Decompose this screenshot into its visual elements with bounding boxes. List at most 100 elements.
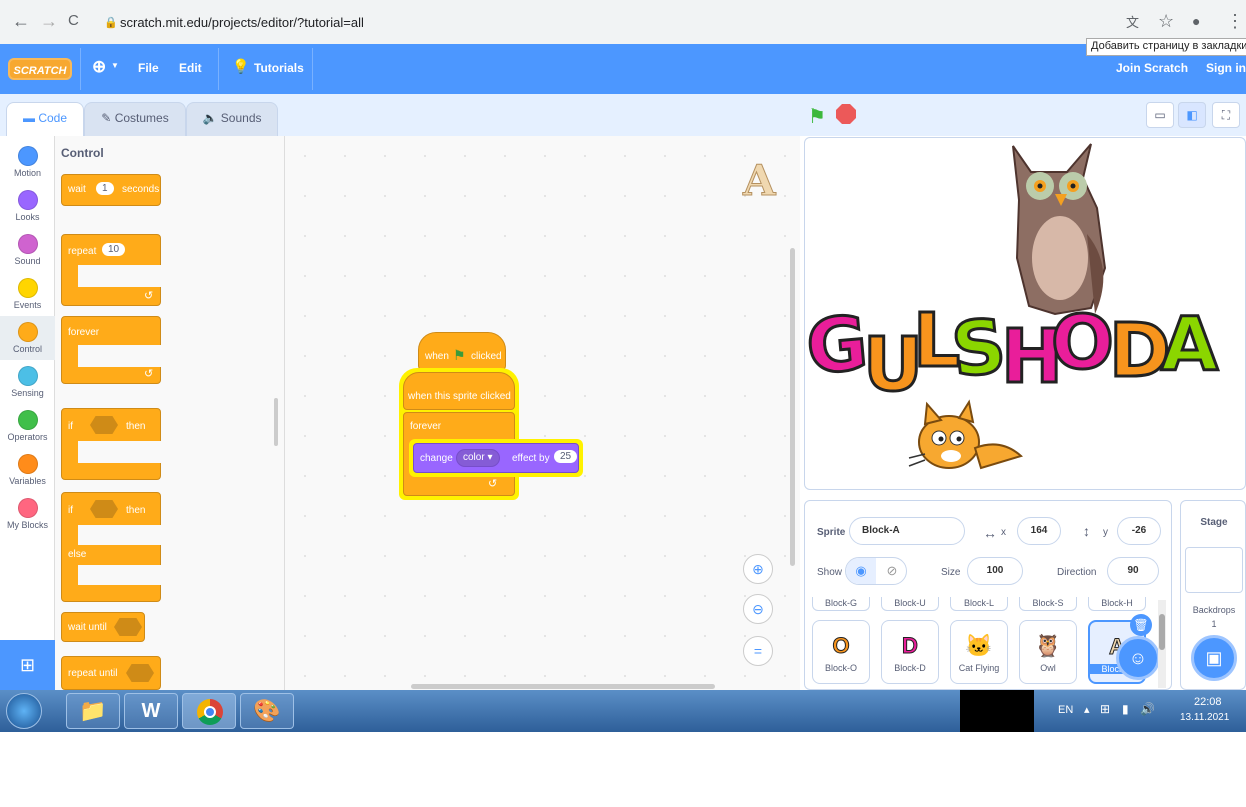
size-input[interactable]: 100 xyxy=(967,557,1023,585)
choose-backdrop-icon[interactable]: ▣ xyxy=(1191,635,1237,681)
horizontal-scrollbar[interactable] xyxy=(411,684,715,689)
sprite-list-scrollbar[interactable] xyxy=(1158,600,1166,688)
globe-icon[interactable]: ⊕ xyxy=(92,57,106,77)
eye-icon[interactable]: ◉ xyxy=(846,558,876,584)
stage-selector[interactable]: Stage Backdrops 1 ▣ xyxy=(1180,500,1246,690)
vertical-scrollbar[interactable] xyxy=(790,248,795,566)
large-stage-icon[interactable]: ◧ xyxy=(1178,102,1206,128)
direction-input[interactable]: 90 xyxy=(1107,557,1159,585)
chrome-icon[interactable] xyxy=(182,693,236,729)
menu-dots-icon[interactable]: ⋮ xyxy=(1226,12,1244,30)
language-indicator[interactable]: EN xyxy=(1058,704,1073,716)
sprite-thumb-block-g[interactable]: Block-G xyxy=(812,597,870,611)
volume-icon[interactable]: 🔊 xyxy=(1140,702,1155,716)
green-flag-icon[interactable]: ⚑ xyxy=(808,104,826,129)
stage-canvas[interactable]: G U L S H O D A xyxy=(804,137,1246,490)
edit-menu[interactable]: Edit xyxy=(179,61,202,75)
delete-sprite-icon[interactable]: 🗑 xyxy=(1130,614,1152,636)
paint-icon[interactable]: 🎨 xyxy=(240,693,294,729)
control-dot-icon xyxy=(17,322,38,342)
sprite-thumb-block-o[interactable]: O Block-O xyxy=(812,620,870,684)
loop-arrow-icon: ↺ xyxy=(144,368,154,380)
translate-icon[interactable]: 文 xyxy=(1126,14,1139,32)
sprite-name-input[interactable]: Block-A xyxy=(849,517,965,545)
stop-icon[interactable] xyxy=(836,104,856,124)
explorer-icon[interactable]: 📁 xyxy=(66,693,120,729)
motion-dot-icon xyxy=(17,146,38,166)
zoom-reset-icon[interactable]: = xyxy=(743,636,773,666)
forward-arrow-icon[interactable]: → xyxy=(40,12,58,30)
category-motion[interactable]: Motion xyxy=(0,140,55,184)
add-extension-button[interactable]: ⊞ xyxy=(0,640,55,690)
category-control[interactable]: Control xyxy=(0,316,55,360)
signal-icon[interactable]: ▮ xyxy=(1122,702,1129,716)
sprite-thumb-block-l[interactable]: Block-L xyxy=(950,597,1008,611)
change-effect-block[interactable]: change color ▾ effect by 25 xyxy=(413,443,579,473)
sprite-thumb-block-u[interactable]: Block-U xyxy=(881,597,939,611)
file-menu[interactable]: File xyxy=(138,61,159,75)
forever-block[interactable]: forever ↺ xyxy=(61,316,162,384)
category-variables[interactable]: Variables xyxy=(0,448,55,492)
x-position-input[interactable]: 164 xyxy=(1017,517,1061,545)
owl-sprite xyxy=(1012,143,1107,316)
zoom-in-icon[interactable]: ⊕ xyxy=(743,554,773,584)
effect-value-input[interactable]: 25 xyxy=(554,450,578,463)
scratch-logo[interactable]: SCRATCH xyxy=(8,58,72,80)
start-button[interactable] xyxy=(6,693,42,729)
address-bar[interactable]: 🔒 scratch.mit.edu/projects/editor/?tutor… xyxy=(96,10,1076,36)
wait-seconds-input[interactable]: 1 xyxy=(96,182,114,195)
when-flag-clicked-block[interactable]: when ⚑ clicked xyxy=(418,332,506,370)
sprite-thumb-cat-flying[interactable]: 🐱 Cat Flying xyxy=(950,620,1008,684)
wait-until-block[interactable]: wait until xyxy=(61,612,145,642)
condition-slot[interactable] xyxy=(126,664,154,682)
category-events[interactable]: Events xyxy=(0,272,55,316)
profile-icon[interactable]: ● xyxy=(1192,12,1200,30)
tab-code[interactable]: ▬ Code xyxy=(6,102,84,136)
back-arrow-icon[interactable]: ← xyxy=(12,12,30,30)
sprite-thumb-block-s[interactable]: Block-S xyxy=(1019,597,1077,611)
small-stage-icon[interactable]: ▭ xyxy=(1146,102,1174,128)
palette-scrollbar[interactable] xyxy=(274,398,278,446)
y-position-input[interactable]: -26 xyxy=(1117,517,1161,545)
category-looks[interactable]: Looks xyxy=(0,184,55,228)
star-icon[interactable]: ☆ xyxy=(1158,12,1174,30)
sprite-thumb-owl[interactable]: 🦉 Owl xyxy=(1019,620,1077,684)
when-sprite-clicked-block[interactable]: when this sprite clicked xyxy=(403,372,515,410)
tab-costumes[interactable]: ✎ Costumes xyxy=(84,102,186,136)
repeat-block[interactable]: repeat 10 ↺ xyxy=(61,234,162,306)
zoom-out-icon[interactable]: ⊖ xyxy=(743,594,773,624)
tutorials-menu[interactable]: Tutorials xyxy=(254,61,304,75)
sprite-thumb-block-h[interactable]: Block-H xyxy=(1088,597,1146,611)
eye-hidden-icon[interactable]: ⊘ xyxy=(877,558,907,584)
category-sensing[interactable]: Sensing xyxy=(0,360,55,404)
effect-dropdown[interactable]: color ▾ xyxy=(456,449,500,467)
clock-date[interactable]: 13.11.2021 xyxy=(1180,712,1229,723)
category-sound[interactable]: Sound xyxy=(0,228,55,272)
tray-arrow-icon[interactable]: ▴ xyxy=(1084,703,1090,716)
condition-slot[interactable] xyxy=(90,500,118,518)
condition-slot[interactable] xyxy=(114,618,142,636)
sprite-thumb-block-d[interactable]: D Block-D xyxy=(881,620,939,684)
bookmark-tooltip: Добавить страницу в закладки xyxy=(1086,38,1246,56)
category-operators[interactable]: Operators xyxy=(0,404,55,448)
fullscreen-icon[interactable]: ⛶ xyxy=(1212,102,1240,128)
repeat-until-block[interactable]: repeat until xyxy=(61,656,161,690)
condition-slot[interactable] xyxy=(90,416,118,434)
repeat-count-input[interactable]: 10 xyxy=(102,243,126,256)
script-area[interactable]: A when ⚑ clicked when this sprite clicke… xyxy=(285,136,800,690)
gulshoda-title: G U L S H O D A xyxy=(805,297,1220,410)
tab-sounds[interactable]: 🔈 Sounds xyxy=(186,102,278,136)
stage-drawing: G U L S H O D A xyxy=(805,143,1220,470)
wait-block[interactable]: wait 1 seconds xyxy=(61,174,161,206)
clock-time[interactable]: 22:08 xyxy=(1194,696,1222,708)
network-icon[interactable]: ⊞ xyxy=(1100,702,1110,716)
backdrop-thumbnail[interactable] xyxy=(1185,547,1243,593)
reload-icon[interactable]: C xyxy=(68,12,79,30)
if-then-block[interactable]: if then xyxy=(61,408,162,480)
join-scratch-link[interactable]: Join Scratch xyxy=(1116,61,1188,75)
sign-in-link[interactable]: Sign in xyxy=(1206,61,1246,75)
category-my-blocks[interactable]: My Blocks xyxy=(0,492,55,536)
word-icon[interactable]: W xyxy=(124,693,178,729)
choose-sprite-icon[interactable]: ☺ xyxy=(1116,636,1160,680)
if-then-else-block[interactable]: if then else xyxy=(61,492,162,602)
